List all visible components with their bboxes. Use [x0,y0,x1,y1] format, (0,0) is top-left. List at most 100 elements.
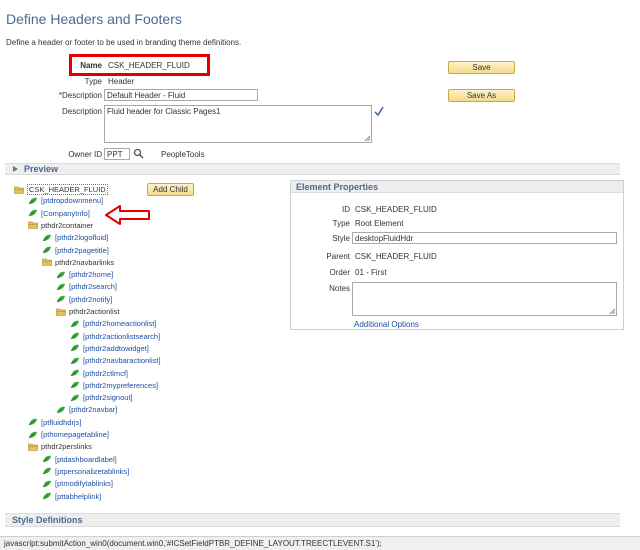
preview-label[interactable]: Preview [24,164,58,174]
leaf-icon-svg [70,394,79,401]
tree-node-label[interactable]: [pthdr2signout] [83,393,133,402]
resize-grip-icon[interactable] [364,135,371,142]
tree-leaf-node[interactable]: [pthdr2pagetitle] [42,246,109,255]
additional-options-link[interactable]: Additional Options [354,320,419,329]
leaf-icon [42,246,52,254]
leaf-icon-svg [56,406,65,414]
tree-node-label[interactable]: [pthdr2homeactionlist] [83,319,156,328]
folder-open-icon-svg [28,443,38,451]
tree-node-label[interactable]: [pthdr2logofluid] [55,233,108,242]
tree-leaf-node[interactable]: [pthdr2notify] [56,295,112,304]
leaf-icon [56,283,66,291]
tree-node-label[interactable]: [pthdr2actionlistsearch] [83,332,160,341]
notes-resize-grip-icon[interactable] [609,308,616,315]
tree-leaf-node[interactable]: [ptdashboardlabel] [42,455,117,464]
tree-node-label[interactable]: [ptdashboardlabel] [55,455,117,464]
tree-leaf-node[interactable]: [pthdr2navbaractionlist] [70,356,161,365]
collapse-arrow-icon[interactable] [12,165,19,173]
tree-node-label[interactable]: [ptpersonalizetablinks] [55,467,129,476]
tree-folder-node[interactable]: pthdr2navbarlinks [42,258,114,267]
tree-leaf-node[interactable]: [pthdr2home] [56,270,113,279]
long-description-label: Description [61,107,102,116]
owner-id-label: Owner ID [68,150,102,159]
folder-open-icon [56,308,66,316]
folder-open-icon [14,186,24,194]
tree-leaf-node[interactable]: [ptmodifytablinks] [42,479,113,488]
tree-folder-node[interactable]: CSK_HEADER_FLUID [14,184,108,195]
tree-node-label[interactable]: [pthdr2ctlmcf] [83,369,128,378]
leaf-icon [42,234,52,242]
tree-folder-node[interactable]: pthdr2container [28,221,93,230]
tree-leaf-node[interactable]: [pthdr2homeactionlist] [70,319,156,328]
leaf-icon-svg [56,271,65,278]
tree-folder-node[interactable]: pthdr2actionlist [56,307,119,316]
tree-node-label[interactable]: [pthdr2navbaractionlist] [83,356,161,365]
tree-node-label[interactable]: [pthdr2navbar] [69,405,117,414]
leaf-icon [42,455,52,463]
leaf-icon-svg [28,197,37,205]
save-as-button[interactable]: Save As [448,89,515,102]
add-child-button[interactable]: Add Child [147,183,194,196]
tree-node-label[interactable]: [ptdropdownmenu] [41,196,103,205]
tree-leaf-node[interactable]: [pthdr2logofluid] [42,233,108,242]
leaf-icon [56,271,66,279]
tree-leaf-node[interactable]: [pthdr2signout] [70,393,133,402]
tree-node-label[interactable]: [CompanyInfo] [41,209,90,218]
leaf-icon [70,357,80,365]
leaf-icon [70,369,80,377]
tree-leaf-node[interactable]: [pthdr2search] [56,282,117,291]
tree-leaf-node[interactable]: [ptfluidhdrjs] [28,418,81,427]
preview-section-bar[interactable] [5,163,620,175]
leaf-icon [70,320,80,328]
tree-node-label[interactable]: [pthdr2notify] [69,295,112,304]
tree-node-label[interactable]: [pttabhelplink] [55,492,101,501]
folder-open-icon [28,443,38,451]
tree-node-label[interactable]: [pthdr2home] [69,270,113,279]
leaf-icon-svg [70,369,79,377]
tree-leaf-node[interactable]: [pthdr2navbar] [56,405,117,414]
tree-node-label[interactable]: [ptfluidhdrjs] [41,418,81,427]
name-value: CSK_HEADER_FLUID [108,61,190,70]
save-button[interactable]: Save [448,61,515,74]
leaf-icon-svg [56,283,65,291]
description-field[interactable]: Default Header - Fluid [104,89,258,101]
tree-leaf-node[interactable]: [pthdr2actionlistsearch] [70,332,160,341]
tree-leaf-node[interactable]: [ptdropdownmenu] [28,196,103,205]
tree-leaf-node[interactable]: [CompanyInfo] [28,209,90,218]
ep-notes-textarea[interactable] [352,282,617,316]
owner-id-field[interactable]: PPT [104,148,130,160]
folder-open-icon [42,258,52,267]
tree-node-label[interactable]: [pthdr2mypreferences] [83,381,158,390]
ep-style-field[interactable]: desktopFluidHdr [352,232,617,244]
leaf-icon [42,467,52,475]
leaf-icon-svg [28,418,37,426]
tree-leaf-node[interactable]: [pttabhelplink] [42,492,101,501]
folder-open-icon [28,221,38,230]
leaf-icon-svg [42,480,51,487]
tree-node-label[interactable]: pthdr2actionlist [69,307,119,316]
folder-open-icon-svg [56,308,66,316]
leaf-icon [70,344,80,352]
tree-node-label[interactable]: CSK_HEADER_FLUID [27,184,108,195]
tree-leaf-node[interactable]: [pthomepagetabline] [28,430,109,439]
tree-leaf-node[interactable]: [pthdr2ctlmcf] [70,369,128,378]
tree-leaf-node[interactable]: [pthdr2mypreferences] [70,381,158,390]
tree-leaf-node[interactable]: [pthdr2addtowidget] [70,344,149,353]
leaf-icon-svg [42,492,51,500]
tree-node-label[interactable]: pthdr2navbarlinks [55,258,114,267]
spellcheck-icon[interactable] [374,106,384,116]
tree-node-label[interactable]: pthdr2container [41,221,93,230]
leaf-icon-svg [70,357,79,364]
tree-node-label[interactable]: [ptmodifytablinks] [55,479,113,488]
ep-order-label: Order [329,268,350,277]
tree-leaf-node[interactable]: [ptpersonalizetablinks] [42,467,129,476]
tree-node-label[interactable]: [pthomepagetabline] [41,430,109,439]
tree-folder-node[interactable]: pthdr2perslinks [28,442,92,451]
tree-node-label[interactable]: pthdr2perslinks [41,442,92,451]
leaf-icon-svg [42,468,51,475]
lookup-search-icon[interactable] [133,148,144,159]
long-description-textarea[interactable]: Fluid header for Classic Pages1 [104,105,372,143]
tree-node-label[interactable]: [pthdr2addtowidget] [83,344,149,353]
tree-node-label[interactable]: [pthdr2pagetitle] [55,246,109,255]
tree-node-label[interactable]: [pthdr2search] [69,282,117,291]
